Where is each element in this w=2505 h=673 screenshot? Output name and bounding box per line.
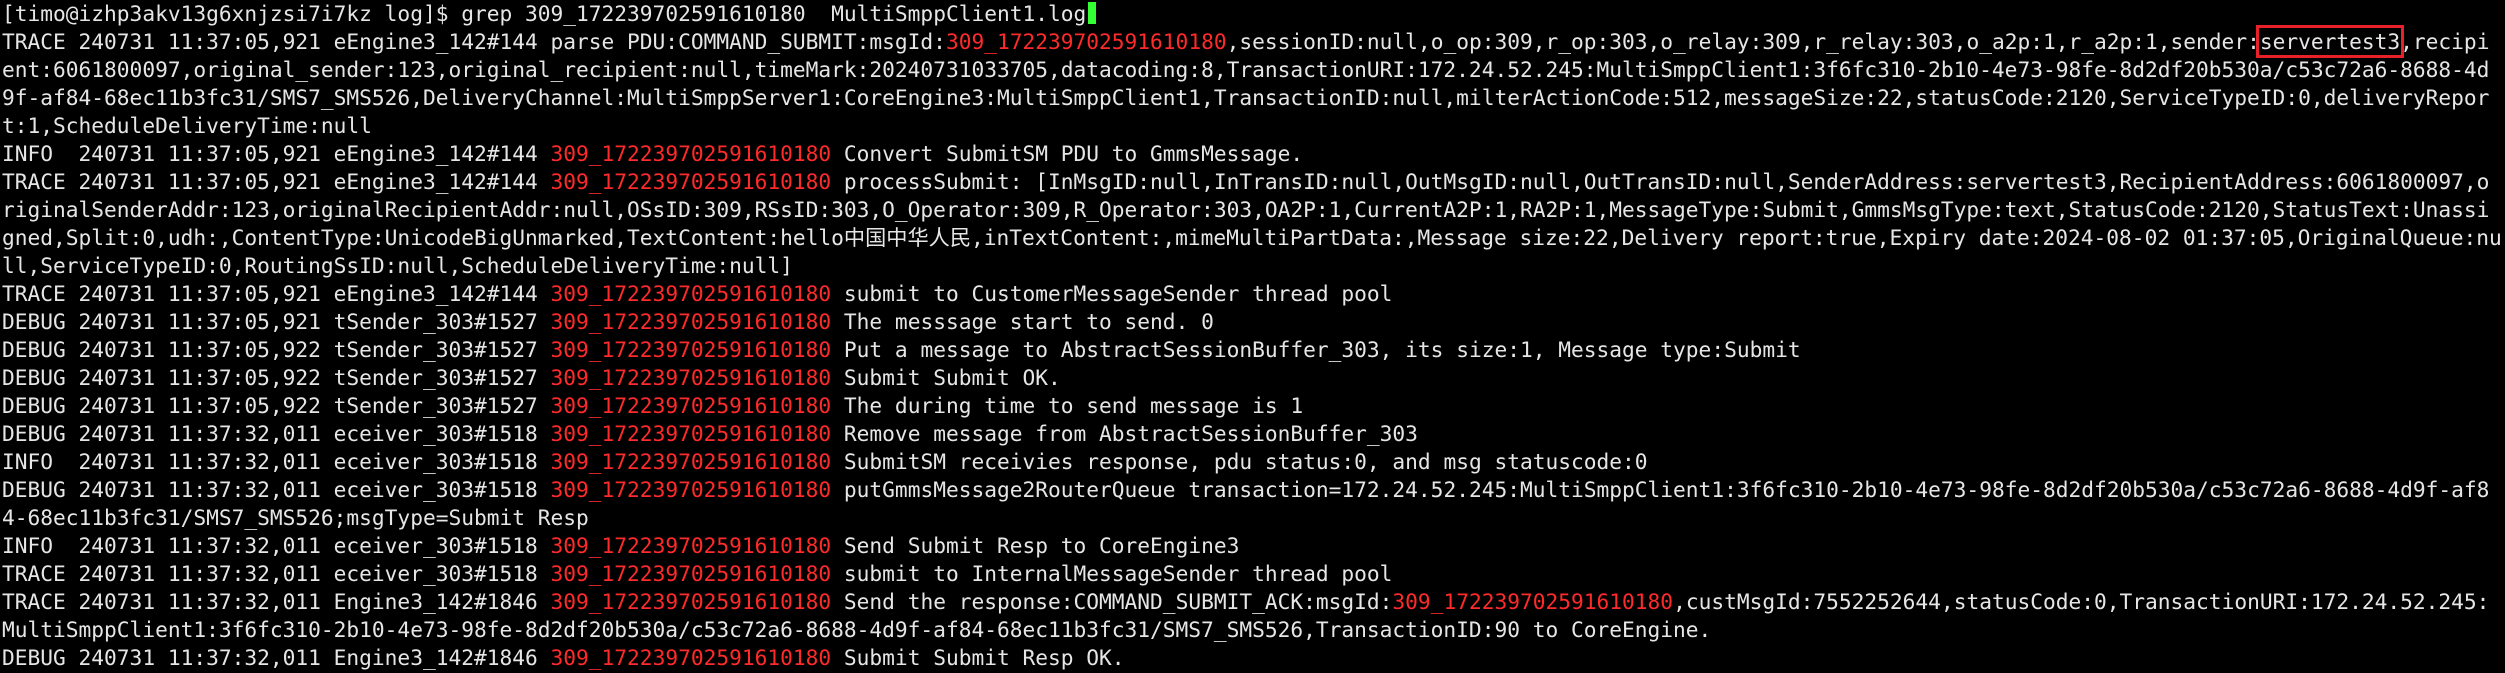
log-text: Send Submit Resp to CoreEngine3: [831, 533, 1240, 558]
log-text: SubmitSM receivies response, pdu status:…: [831, 449, 1648, 474]
msg-id-match: 309_172239702591610180: [550, 589, 832, 614]
log-line: DEBUG 240731 11:37:32,011 eceiver_303#15…: [2, 420, 2502, 448]
log-text: The during time to send message is 1: [831, 393, 1304, 418]
log-text: Submit Submit Resp OK.: [831, 645, 1125, 670]
log-text: INFO 240731 11:37:32,011 eceiver_303#151…: [2, 449, 551, 474]
log-text: ,sessionID:null,o_op:309,r_op:303,o_rela…: [1226, 29, 2260, 54]
log-text: DEBUG 240731 11:37:05,922 tSender_303#15…: [2, 337, 551, 362]
log-text: DEBUG 240731 11:37:05,921 tSender_303#15…: [2, 309, 551, 334]
highlighted-sender: servertest3: [2255, 25, 2405, 58]
log-line: INFO 240731 11:37:32,011 eceiver_303#151…: [2, 448, 2502, 476]
msg-id-match: 309_172239702591610180: [550, 477, 832, 502]
log-text: TRACE 240731 11:37:05,921 eEngine3_142#1…: [2, 29, 946, 54]
msg-id-match: 309_172239702591610180: [550, 141, 832, 166]
log-line: DEBUG 240731 11:37:32,011 Engine3_142#18…: [2, 644, 2502, 672]
msg-id-match: 309_172239702591610180: [550, 645, 832, 670]
log-line: TRACE 240731 11:37:05,921 eEngine3_142#1…: [2, 280, 2502, 308]
msg-id-match: 309_172239702591610180: [550, 337, 832, 362]
msg-id-match: 309_172239702591610180: [550, 309, 832, 334]
log-text: INFO 240731 11:37:32,011 eceiver_303#151…: [2, 533, 551, 558]
log-text: Put a message to AbstractSessionBuffer_3…: [831, 337, 1801, 362]
msg-id-match: 309_172239702591610180: [1392, 589, 1674, 614]
log-line: DEBUG 240731 11:37:05,922 tSender_303#15…: [2, 392, 2502, 420]
msg-id-match: 309_172239702591610180: [550, 393, 832, 418]
log-text: TRACE 240731 11:37:32,011 eceiver_303#15…: [2, 561, 551, 586]
log-line: TRACE 240731 11:37:05,921 eEngine3_142#1…: [2, 25, 2502, 140]
shell-prompt-line: [timo@izhp3akv13g6xnjzsi7i7kz log]$ grep…: [2, 0, 2502, 28]
log-line: DEBUG 240731 11:37:05,922 tSender_303#15…: [2, 364, 2502, 392]
shell-prompt: [timo@izhp3akv13g6xnjzsi7i7kz log]$: [2, 1, 462, 26]
log-text: Convert SubmitSM PDU to GmmsMessage.: [831, 141, 1304, 166]
log-text: Remove message from AbstractSessionBuffe…: [831, 421, 1418, 446]
grep-command: grep 309_172239702591610180 MultiSmppCli…: [461, 1, 1087, 26]
log-text: TRACE 240731 11:37:05,921 eEngine3_142#1…: [2, 281, 551, 306]
log-text: DEBUG 240731 11:37:32,011 eceiver_303#15…: [2, 421, 551, 446]
msg-id-match: 309_172239702591610180: [945, 29, 1227, 54]
log-line: DEBUG 240731 11:37:32,011 eceiver_303#15…: [2, 476, 2502, 532]
log-line: DEBUG 240731 11:37:05,921 tSender_303#15…: [2, 308, 2502, 336]
log-text: DEBUG 240731 11:37:32,011 eceiver_303#15…: [2, 477, 551, 502]
log-text: submit to CustomerMessageSender thread p…: [831, 281, 1393, 306]
log-output: TRACE 240731 11:37:05,921 eEngine3_142#1…: [2, 25, 2505, 672]
log-text: Submit Submit OK.: [831, 365, 1061, 390]
log-text: TRACE 240731 11:37:32,011 Engine3_142#18…: [2, 589, 551, 614]
log-line: TRACE 240731 11:37:32,011 eceiver_303#15…: [2, 560, 2502, 588]
log-text: DEBUG 240731 11:37:32,011 Engine3_142#18…: [2, 645, 551, 670]
log-text: DEBUG 240731 11:37:05,922 tSender_303#15…: [2, 365, 551, 390]
cursor-icon: [1088, 2, 1097, 24]
log-text: TRACE 240731 11:37:05,921 eEngine3_142#1…: [2, 169, 551, 194]
msg-id-match: 309_172239702591610180: [550, 421, 832, 446]
msg-id-match: 309_172239702591610180: [550, 365, 832, 390]
msg-id-match: 309_172239702591610180: [550, 169, 832, 194]
log-line: INFO 240731 11:37:32,011 eceiver_303#151…: [2, 532, 2502, 560]
log-text: INFO 240731 11:37:05,921 eEngine3_142#14…: [2, 141, 551, 166]
msg-id-match: 309_172239702591610180: [550, 533, 832, 558]
log-line: TRACE 240731 11:37:32,011 Engine3_142#18…: [2, 588, 2502, 644]
log-text: DEBUG 240731 11:37:05,922 tSender_303#15…: [2, 393, 551, 418]
msg-id-match: 309_172239702591610180: [550, 561, 832, 586]
log-line: INFO 240731 11:37:05,921 eEngine3_142#14…: [2, 140, 2502, 168]
terminal-window[interactable]: [timo@izhp3akv13g6xnjzsi7i7kz log]$ grep…: [0, 0, 2505, 672]
log-text: submit to InternalMessageSender thread p…: [831, 561, 1393, 586]
log-line: DEBUG 240731 11:37:05,922 tSender_303#15…: [2, 336, 2502, 364]
log-text: The messsage start to send. 0: [831, 309, 1214, 334]
log-line: TRACE 240731 11:37:05,921 eEngine3_142#1…: [2, 168, 2502, 280]
msg-id-match: 309_172239702591610180: [550, 281, 832, 306]
log-text: Send the response:COMMAND_SUBMIT_ACK:msg…: [831, 589, 1393, 614]
msg-id-match: 309_172239702591610180: [550, 449, 832, 474]
